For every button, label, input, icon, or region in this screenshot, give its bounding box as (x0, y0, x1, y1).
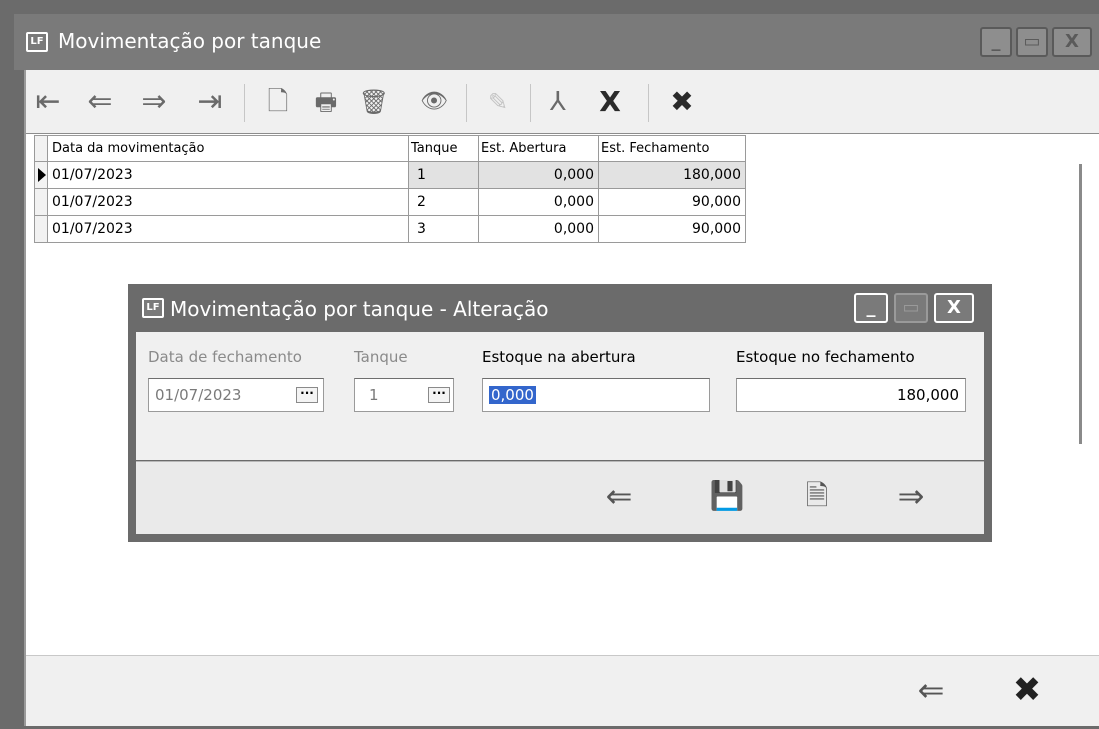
back-arrow-icon[interactable]: ⇐ (908, 670, 954, 710)
new-document-icon[interactable]: 🗋 (258, 82, 298, 122)
view-icon[interactable]: 👁 (412, 82, 456, 122)
close-date-value: 01/07/2023 (155, 386, 242, 404)
column-header-date[interactable]: Data da movimentação (48, 135, 409, 162)
column-header-open-stock[interactable]: Est. Abertura (479, 135, 599, 162)
save-icon[interactable]: 💾 (704, 476, 750, 516)
cell-open-stock[interactable]: 0,000 (479, 189, 599, 216)
maximize-button: ▭ (894, 293, 928, 323)
toolbar: ⇤ ⇐ ⇒ ⇥ 🗋 🖶 🗑 👁 ✎ ⅄ X ✖ (26, 70, 1099, 134)
row-indicator (34, 189, 48, 216)
toolbar-separator (530, 84, 531, 122)
cell-tank[interactable]: 3 (409, 216, 479, 243)
minimize-button[interactable]: _ (980, 27, 1012, 57)
cell-close-stock[interactable]: 90,000 (599, 189, 746, 216)
cell-close-stock[interactable]: 180,000 (599, 162, 746, 189)
bottom-bar: ⇐ ✖ (26, 655, 1099, 726)
first-record-icon[interactable]: ⇤ (30, 82, 66, 122)
tank-value: 1 (369, 386, 379, 404)
open-stock-value[interactable]: 0,000 (489, 386, 536, 404)
edit-icon: ✎ (487, 88, 509, 116)
toolbar-separator (648, 84, 649, 122)
toolbar-separator (466, 84, 467, 122)
print-icon[interactable]: 🖶 (306, 82, 346, 122)
edit-dialog: LF _ ▭ X Movimentação por tanque - Alter… (128, 284, 992, 542)
close-stock-label: Estoque no fechamento (736, 348, 915, 366)
cell-date[interactable]: 01/07/2023 (48, 162, 409, 189)
close-stock-value[interactable]: 180,000 (897, 386, 959, 404)
cell-date[interactable]: 01/07/2023 (48, 216, 409, 243)
window-title: Movimentação por tanque (58, 29, 322, 53)
vertical-scrollbar[interactable] (1079, 164, 1082, 444)
last-record-icon[interactable]: ⇥ (192, 82, 228, 122)
close-circle-icon[interactable]: ✖ (662, 82, 702, 122)
app-icon: LF (26, 32, 48, 52)
cell-tank[interactable]: 2 (409, 189, 479, 216)
close-window-button[interactable]: X (1052, 27, 1092, 57)
maximize-button[interactable]: ▭ (1016, 27, 1048, 57)
cell-close-stock[interactable]: 90,000 (599, 216, 746, 243)
cell-open-stock[interactable]: 0,000 (479, 162, 599, 189)
current-row-indicator (34, 162, 48, 189)
open-stock-label: Estoque na abertura (482, 348, 636, 366)
toolbar-separator (244, 84, 245, 122)
close-dialog-button[interactable]: X (934, 293, 974, 323)
next-arrow-icon[interactable]: ⇒ (888, 476, 934, 516)
cell-open-stock[interactable]: 0,000 (479, 216, 599, 243)
close-date-label: Data de fechamento (148, 348, 302, 366)
close-stock-input[interactable]: 180,000 (736, 378, 966, 412)
previous-arrow-icon[interactable]: ⇐ (596, 476, 642, 516)
row-indicator (34, 216, 48, 243)
previous-record-icon[interactable]: ⇐ (82, 82, 118, 122)
next-record-icon[interactable]: ⇒ (136, 82, 172, 122)
dialog-body: Data de fechamento 01/07/2023 ··· Tanque… (136, 332, 984, 460)
column-header-close-stock[interactable]: Est. Fechamento (599, 135, 746, 162)
open-stock-input[interactable]: 0,000 (482, 378, 710, 412)
records-grid: Data da movimentação Tanque Est. Abertur… (34, 135, 746, 255)
app-icon: LF (142, 298, 164, 318)
close-circle-icon[interactable]: ✖ (1004, 670, 1050, 710)
cell-tank[interactable]: 1 (409, 162, 479, 189)
row-indicator-header (34, 135, 48, 162)
dialog-footer: ⇐ 💾 🗎 ⇒ (136, 461, 984, 534)
minimize-button[interactable]: _ (854, 293, 888, 323)
tank-label: Tanque (354, 348, 408, 366)
current-row-arrow-icon (38, 168, 46, 182)
cell-date[interactable]: 01/07/2023 (48, 189, 409, 216)
column-header-tank[interactable]: Tanque (409, 135, 479, 162)
close-date-lookup-button: ··· (296, 387, 318, 403)
cancel-document-icon[interactable]: 🗎 (794, 476, 840, 516)
tank-lookup-button: ··· (428, 387, 450, 403)
trash-icon[interactable]: 🗑 (354, 82, 394, 122)
dialog-title: Movimentação por tanque - Alteração (170, 297, 549, 321)
pdf-icon[interactable]: ⅄ (538, 82, 578, 122)
excel-icon[interactable]: X (592, 82, 628, 122)
